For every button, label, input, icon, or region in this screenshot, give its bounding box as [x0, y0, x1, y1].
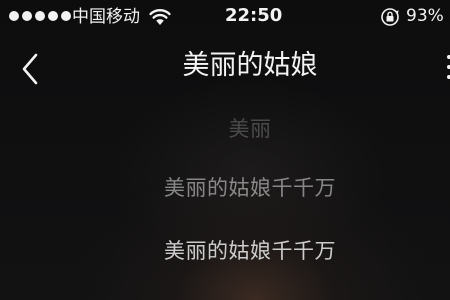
rotation-lock-icon	[381, 8, 399, 26]
carrier-name: 中国移动	[72, 7, 140, 27]
song-title: 美丽的姑娘	[182, 50, 318, 81]
status-time: 22:50	[225, 5, 283, 26]
signal-dot	[9, 11, 19, 21]
signal-dot	[35, 11, 45, 21]
status-bar: 中国移动 22:50 93%	[0, 0, 450, 34]
wifi-icon	[149, 9, 171, 25]
signal-dot	[22, 11, 32, 21]
lyric-line: 美丽的姑娘千千万	[164, 176, 336, 200]
lyric-line-current: 美丽的姑娘千千万	[164, 239, 336, 263]
battery-percentage: 93%	[406, 6, 444, 26]
music-lyrics-screen: 中国移动 22:50 93% 美丽的姑娘 美丽 美丽的姑娘千千万 美丽的姑娘千千…	[0, 0, 450, 300]
signal-dot	[48, 11, 58, 21]
lyric-line: 美丽	[228, 117, 272, 141]
more-icon[interactable]	[445, 52, 450, 82]
signal-dot	[61, 11, 71, 21]
signal-strength-icon	[9, 11, 71, 21]
navigation-bar: 美丽的姑娘	[0, 34, 450, 100]
